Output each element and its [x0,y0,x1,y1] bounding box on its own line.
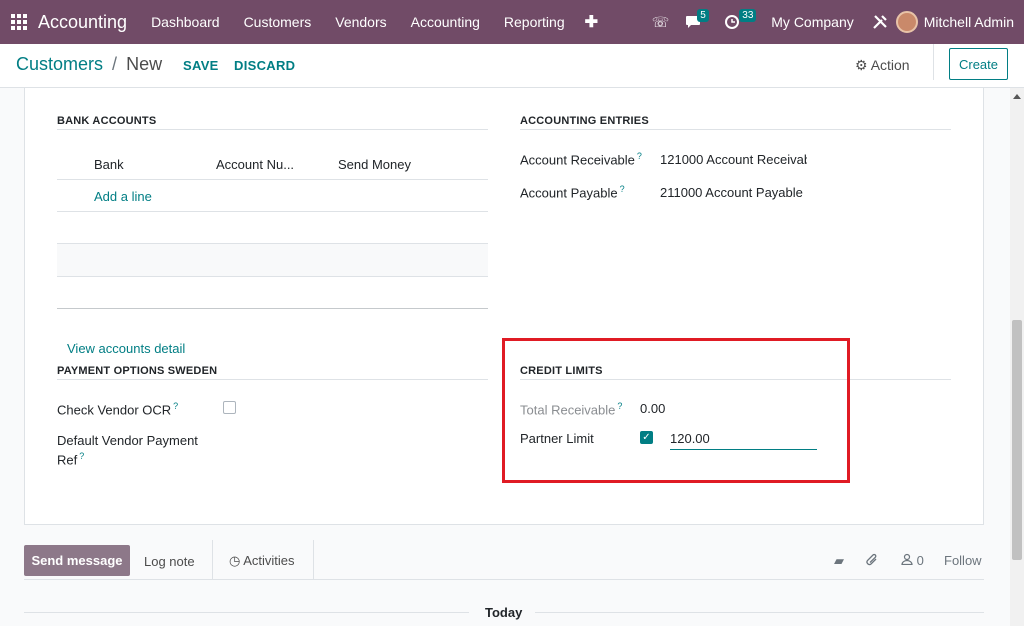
apps-menu-icon[interactable] [0,0,38,44]
vertical-scrollbar[interactable] [1010,88,1024,626]
breadcrumb-separator: / [112,54,118,74]
user-menu[interactable]: Mitchell Admin [924,14,1014,30]
app-title[interactable]: Accounting [38,12,127,33]
default-vendor-payment-ref-label: Default Vendor Payment [57,433,198,448]
divider [57,379,488,380]
table-bottom-border [57,308,488,309]
scroll-up-arrow[interactable] [1013,94,1021,99]
scroll-thumb[interactable] [1012,320,1022,560]
menu-vendors[interactable]: Vendors [323,0,398,44]
company-switcher[interactable]: My Company [761,14,863,30]
divider [313,540,314,580]
add-line-link[interactable]: Add a line [94,189,152,204]
table-row-divider [57,179,488,180]
paperclip-icon[interactable] [866,553,879,570]
activities-clock-icon[interactable]: 33 [717,0,757,44]
today-divider [535,612,984,613]
bank-accounts-title: BANK ACCOUNTS [57,115,157,127]
divider [57,129,488,130]
plus-icon[interactable]: ✚ [577,12,606,32]
payment-options-title: PAYMENT OPTIONS SWEDEN [57,365,218,377]
create-button[interactable]: Create [949,48,1008,80]
debug-tools-icon[interactable] [864,0,896,44]
menu-dashboard[interactable]: Dashboard [139,0,232,44]
save-button[interactable]: SAVE [183,58,219,73]
activities-badge: 33 [739,9,757,22]
messages-badge: 5 [697,9,709,22]
account-payable-field[interactable]: 211000 Account Payable [660,185,810,200]
followers-icon[interactable]: 0 [901,553,924,568]
activities-button[interactable]: ◷ Activities [229,553,295,569]
table-row [57,244,488,276]
book-icon[interactable]: ▰ [834,553,844,569]
credit-limits-highlight-box [502,338,850,483]
clock-icon: ◷ [229,553,241,568]
column-account-number[interactable]: Account Nu... [216,157,294,172]
table-row-divider [57,211,488,212]
chatter-toolbar: Send message Log note ◷ Activities ▰ 0 F… [24,540,984,580]
table-row-divider [57,243,488,244]
divider [933,44,934,80]
divider [520,129,951,130]
menu-accounting[interactable]: Accounting [399,0,492,44]
breadcrumb: Customers / New [16,54,162,75]
discard-button[interactable]: DISCARD [234,58,295,73]
menu-customers[interactable]: Customers [232,0,324,44]
breadcrumb-current: New [126,54,163,74]
send-message-button[interactable]: Send message [24,545,130,576]
accounting-entries-title: ACCOUNTING ENTRIES [520,115,649,127]
divider [212,540,213,580]
account-receivable-label: Account Receivable? [520,151,642,168]
followers-count: 0 [916,553,924,568]
log-note-button[interactable]: Log note [144,554,195,569]
breadcrumb-customers[interactable]: Customers [16,54,103,74]
top-navbar: Accounting Dashboard Customers Vendors A… [0,0,1024,44]
account-payable-label: Account Payable? [520,184,625,201]
column-bank[interactable]: Bank [94,157,124,172]
gear-icon: ⚙ [855,57,868,73]
default-vendor-payment-ref-label-cont: Ref? [57,451,85,468]
phone-icon[interactable]: ☏ [644,0,678,44]
table-row-divider [57,276,488,277]
follow-button[interactable]: Follow [944,553,982,568]
user-avatar[interactable] [895,11,918,33]
column-send-money[interactable]: Send Money [338,157,411,172]
action-menu[interactable]: ⚙ Action [855,57,910,74]
today-divider [24,612,469,613]
messages-icon[interactable]: 5 [677,0,709,44]
check-vendor-ocr-checkbox[interactable] [223,401,236,414]
account-receivable-field[interactable]: 121000 Account Receivab [660,152,807,167]
today-label: Today [485,605,523,620]
view-accounts-detail-link[interactable]: View accounts detail [67,341,185,356]
check-vendor-ocr-label: Check Vendor OCR? [57,401,179,418]
menu-reporting[interactable]: Reporting [492,0,577,44]
control-panel: Customers / New SAVE DISCARD ⚙ Action Cr… [0,44,1024,88]
